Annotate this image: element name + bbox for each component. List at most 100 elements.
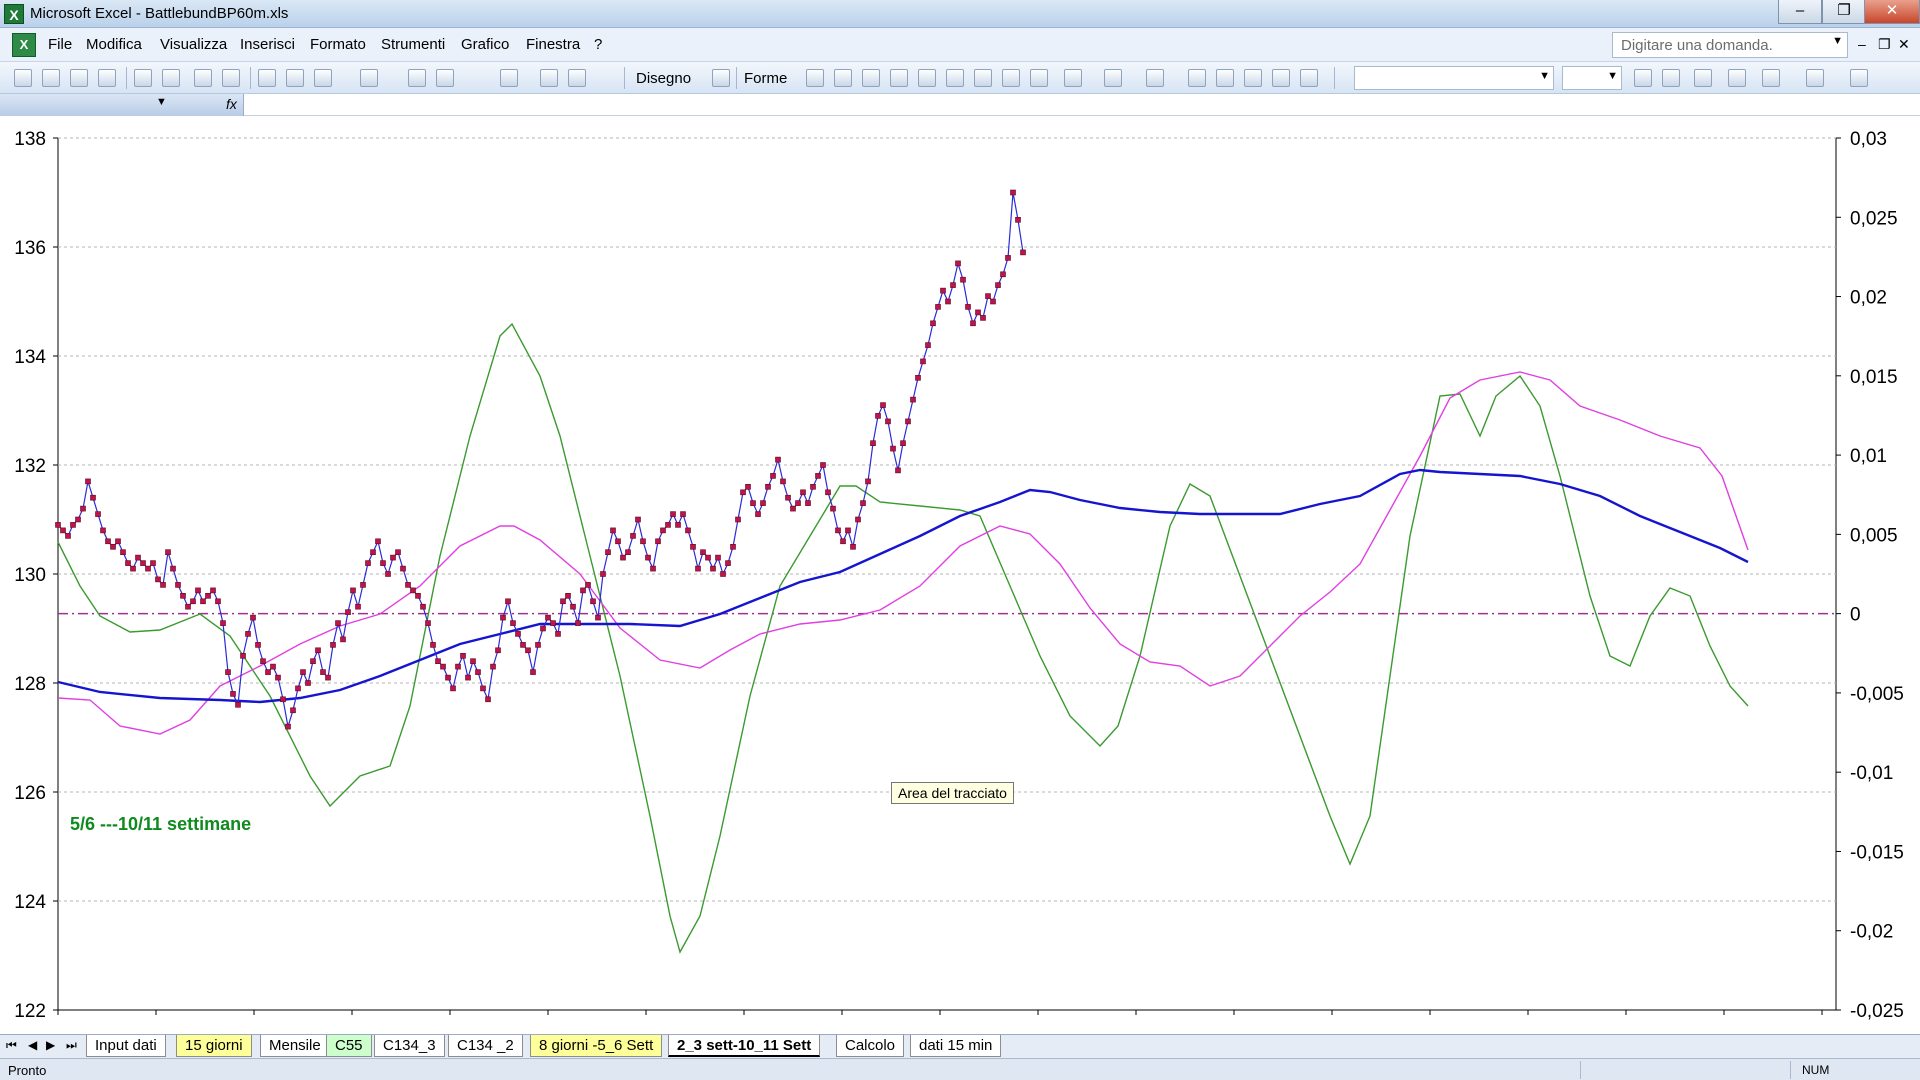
3d-icon[interactable] bbox=[1300, 69, 1318, 87]
font-color-icon[interactable] bbox=[1146, 69, 1164, 87]
doc-minimize-icon[interactable]: – bbox=[1858, 36, 1866, 52]
chart-wizard-icon[interactable] bbox=[540, 69, 558, 87]
excel-app-icon[interactable]: X bbox=[4, 4, 24, 24]
open-icon[interactable] bbox=[42, 69, 60, 87]
research-icon[interactable] bbox=[222, 69, 240, 87]
workbook-icon[interactable]: X bbox=[12, 33, 36, 57]
doc-restore-icon[interactable]: ❐ bbox=[1878, 36, 1891, 53]
prev-sheet-icon[interactable]: ◀ bbox=[28, 1038, 37, 1052]
price-series-point bbox=[425, 620, 431, 626]
shapes-menu-button[interactable]: Forme bbox=[744, 70, 787, 87]
copy-icon[interactable] bbox=[286, 69, 304, 87]
doc-close-icon[interactable]: ✕ bbox=[1898, 36, 1910, 53]
spelling-icon[interactable] bbox=[194, 69, 212, 87]
menu-inserisci[interactable]: Inserisci bbox=[240, 36, 295, 53]
chevron-down-icon[interactable]: ▼ bbox=[1539, 70, 1550, 82]
name-box[interactable]: ▼ fx bbox=[0, 94, 244, 116]
new-icon[interactable] bbox=[14, 69, 32, 87]
paste-icon[interactable] bbox=[314, 69, 332, 87]
line-icon[interactable] bbox=[806, 69, 824, 87]
fill-color-2-icon[interactable] bbox=[1806, 69, 1824, 87]
sheet-tab-c134-2[interactable]: C134 _2 bbox=[448, 1035, 523, 1057]
menu-visualizza[interactable]: Visualizza bbox=[160, 36, 227, 53]
print-icon[interactable] bbox=[134, 69, 152, 87]
minimize-button[interactable]: – bbox=[1778, 0, 1822, 24]
chart-area[interactable]: 122 124 126 128 130 132 134 136 138 -0,025 -0,02 -0… bbox=[0, 116, 1920, 1034]
autosum-icon[interactable] bbox=[436, 69, 454, 87]
wordart-icon[interactable] bbox=[946, 69, 964, 87]
sheet-tab-mensile[interactable]: Mensile bbox=[260, 1035, 330, 1057]
maximize-button[interactable]: ❐ bbox=[1822, 0, 1866, 24]
dash-style-icon[interactable] bbox=[1216, 69, 1234, 87]
menu-modifica[interactable]: Modifica bbox=[86, 36, 142, 53]
permission-icon[interactable] bbox=[98, 69, 116, 87]
bold-icon[interactable] bbox=[1634, 69, 1652, 87]
price-series-point bbox=[650, 565, 656, 572]
price-series-point bbox=[545, 614, 551, 621]
euro-icon[interactable] bbox=[1728, 69, 1746, 87]
menu-grafico[interactable]: Grafico bbox=[461, 36, 509, 53]
last-sheet-icon[interactable]: ⏭ bbox=[66, 1038, 77, 1053]
sheet-tab-8-giorni[interactable]: 8 giorni -5_6 Sett bbox=[530, 1035, 663, 1057]
line-style-icon[interactable] bbox=[1188, 69, 1206, 87]
chevron-down-icon[interactable]: ▼ bbox=[156, 96, 167, 108]
textbox-icon[interactable] bbox=[918, 69, 936, 87]
shadow-icon[interactable] bbox=[1272, 69, 1290, 87]
italic-icon[interactable] bbox=[1662, 69, 1680, 87]
price-series-point bbox=[375, 538, 381, 545]
rectangle-icon[interactable] bbox=[862, 69, 880, 87]
status-ready: Pronto bbox=[8, 1063, 47, 1078]
sheet-tab-calcolo[interactable]: Calcolo bbox=[836, 1035, 905, 1057]
sheet-tab-2-3-sett[interactable]: 2_3 sett-10_11 Sett bbox=[668, 1035, 821, 1057]
fx-icon[interactable]: fx bbox=[226, 96, 237, 112]
sheet-tab-dati-15-min[interactable]: dati 15 min bbox=[910, 1035, 1002, 1057]
price-series-point bbox=[560, 598, 566, 605]
sheet-tab-bar: ⏮ ◀ ▶ ⏭ Input dati 15 giorni Mensile C55… bbox=[0, 1034, 1920, 1058]
draw-menu-button[interactable]: Disegno bbox=[636, 70, 691, 87]
price-series-point bbox=[150, 560, 156, 566]
print-preview-icon[interactable] bbox=[162, 69, 180, 87]
price-series-point bbox=[585, 582, 591, 588]
arrow-style-icon[interactable] bbox=[1244, 69, 1262, 87]
price-series-point bbox=[930, 320, 936, 327]
right-tick-label: 0,005 bbox=[1850, 525, 1898, 546]
close-button[interactable]: ✕ bbox=[1864, 0, 1920, 24]
fill-color-icon[interactable] bbox=[1064, 69, 1082, 87]
font-name-combo[interactable]: ▼ bbox=[1354, 66, 1554, 90]
line-chart[interactable]: 122 124 126 128 130 132 134 136 138 -0,025 -0,02 -0… bbox=[0, 116, 1920, 1034]
sheet-tab-input-dati[interactable]: Input dati bbox=[86, 1035, 166, 1057]
arrow-icon[interactable] bbox=[834, 69, 852, 87]
price-series-point bbox=[390, 554, 396, 561]
align-icon[interactable] bbox=[1694, 69, 1712, 87]
hyperlink-icon[interactable] bbox=[408, 69, 426, 87]
clipart-icon[interactable] bbox=[1002, 69, 1020, 87]
line-color-icon[interactable] bbox=[1104, 69, 1122, 87]
cut-icon[interactable] bbox=[258, 69, 276, 87]
sheet-tab-c55[interactable]: C55 bbox=[326, 1035, 372, 1057]
save-icon[interactable] bbox=[70, 69, 88, 87]
menu-file[interactable]: File bbox=[48, 36, 72, 53]
help-icon[interactable] bbox=[568, 69, 586, 87]
next-sheet-icon[interactable]: ▶ bbox=[46, 1038, 55, 1052]
picture-icon[interactable] bbox=[1030, 69, 1048, 87]
select-objects-icon[interactable] bbox=[712, 69, 730, 87]
left-tick-label: 136 bbox=[14, 238, 46, 259]
menu-formato[interactable]: Formato bbox=[310, 36, 366, 53]
help-search-input[interactable]: Digitare una domanda. ▼ bbox=[1612, 32, 1848, 58]
sheet-tab-c134-3[interactable]: C134_3 bbox=[374, 1035, 445, 1057]
borders-icon[interactable] bbox=[1762, 69, 1780, 87]
font-size-combo[interactable]: ▼ bbox=[1562, 66, 1622, 90]
first-sheet-icon[interactable]: ⏮ bbox=[6, 1038, 17, 1053]
chevron-down-icon[interactable]: ▼ bbox=[1832, 35, 1843, 47]
chevron-down-icon[interactable]: ▼ bbox=[1607, 70, 1618, 82]
price-series-point bbox=[905, 418, 911, 425]
menu-help[interactable]: ? bbox=[594, 36, 602, 53]
diagram-icon[interactable] bbox=[974, 69, 992, 87]
sheet-tab-15-giorni[interactable]: 15 giorni bbox=[176, 1035, 252, 1057]
oval-icon[interactable] bbox=[890, 69, 908, 87]
menu-finestra[interactable]: Finestra bbox=[526, 36, 580, 53]
menu-strumenti[interactable]: Strumenti bbox=[381, 36, 445, 53]
undo-icon[interactable] bbox=[360, 69, 378, 87]
font-color-2-icon[interactable] bbox=[1850, 69, 1868, 87]
sort-icon[interactable] bbox=[500, 69, 518, 87]
